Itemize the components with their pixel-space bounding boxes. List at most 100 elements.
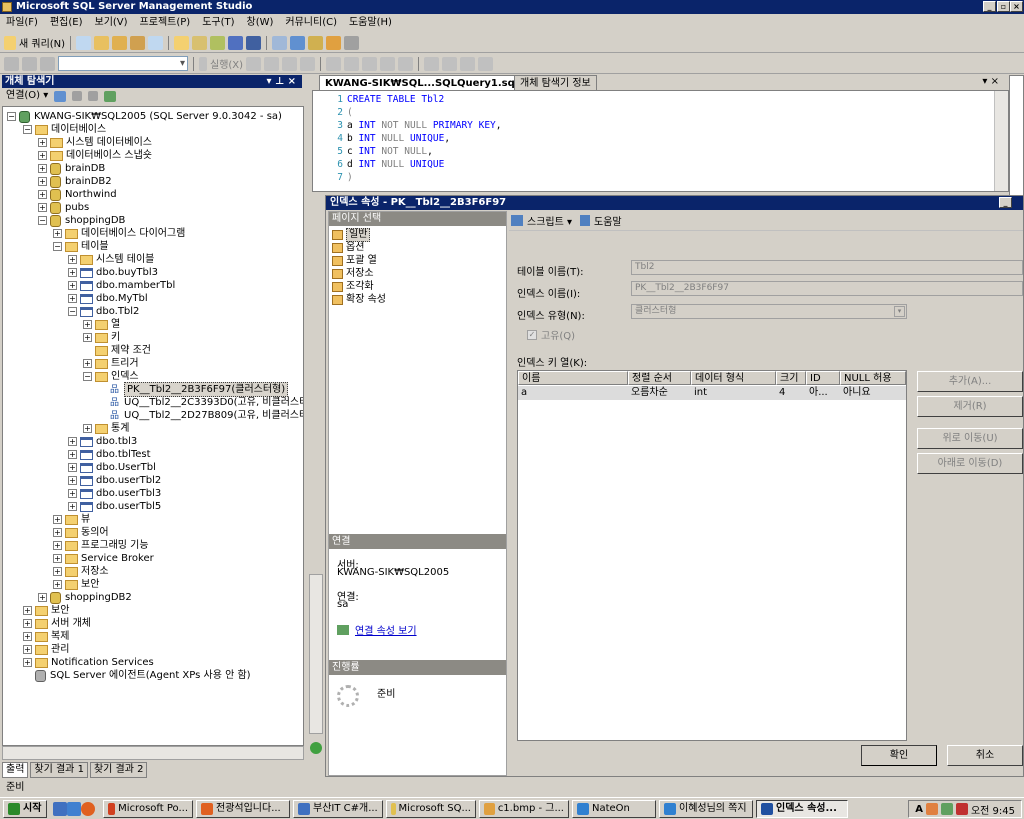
tab-output[interactable]: 출력 <box>2 762 29 778</box>
menu-tools[interactable]: 도구(T) <box>202 14 234 32</box>
menu-help[interactable]: 도움말(H) <box>349 14 392 32</box>
open-file-icon[interactable] <box>192 35 208 50</box>
page-item-storage[interactable]: 저장소 <box>332 268 374 280</box>
tab-find-results-1[interactable]: 찾기 결과 1 <box>30 762 88 778</box>
ie-icon[interactable] <box>53 801 67 816</box>
tree-node-table-usertbl3[interactable]: + dbo.userTbl3 <box>68 487 161 500</box>
tree-node-index-uq2[interactable]: 品 UQ__Tbl2__2D27B809(고유, 비클러스터형) <box>98 409 303 422</box>
analysis-query-icon[interactable] <box>112 35 128 50</box>
task-index-properties[interactable]: 인덱스 속성... <box>756 799 848 818</box>
tray-icon[interactable] <box>925 803 938 815</box>
page-item-fragmentation[interactable]: 조각화 <box>332 281 374 293</box>
results-file-icon[interactable] <box>398 56 414 71</box>
change-connection-icon[interactable] <box>40 56 55 71</box>
refresh-icon[interactable] <box>104 90 117 102</box>
script-dropdown-button[interactable]: 스크립트 ▾ <box>527 213 572 228</box>
tree-node-shoppingdb[interactable]: − shoppingDB <box>38 214 125 227</box>
new-file-icon[interactable] <box>148 35 164 50</box>
remove-column-button[interactable]: 제거(R) <box>917 396 1023 417</box>
grid-header-identity[interactable]: ID <box>806 371 840 385</box>
task-powerpoint[interactable]: Microsoft Po... <box>103 799 193 818</box>
minimize-button[interactable]: _ <box>983 1 996 12</box>
tab-sqlquery1[interactable]: KWANG-SIK₩SQL...SQLQuery1.sql* <box>319 75 530 91</box>
sql-editor[interactable]: 1 CREATE TABLE Tbl2 2( 3a INT NOT NULL PR… <box>312 90 1009 192</box>
save-all-icon[interactable] <box>246 35 262 50</box>
include-plan-icon[interactable] <box>326 56 342 71</box>
tree-node-table-mambertbl[interactable]: + dbo.mamberTbl <box>68 279 175 292</box>
tree-node-programmability[interactable]: + 프로그래밍 기능 <box>53 539 149 552</box>
move-down-button[interactable]: 아래로 이동(D) <box>917 453 1023 474</box>
tree-node-synonyms[interactable]: + 동의어 <box>53 526 109 539</box>
tree-node-northwind[interactable]: + Northwind <box>38 188 117 201</box>
menu-window[interactable]: 창(W) <box>247 14 274 32</box>
object-explorer-icon[interactable] <box>290 35 306 50</box>
db-engine-query-icon[interactable] <box>94 35 110 50</box>
tree-node-server-objects[interactable]: + 서버 개체 <box>23 617 91 630</box>
task-ie[interactable]: 부산IT C#개... <box>293 799 383 818</box>
tree-node-table-tbl3[interactable]: + dbo.tbl3 <box>68 435 137 448</box>
tree-node-statistics[interactable]: + 통계 <box>83 422 129 435</box>
tree-node-databases[interactable]: − 데이터베이스 <box>23 123 106 136</box>
template-explorer-icon[interactable] <box>308 35 324 50</box>
tree-node-pubs[interactable]: + pubs <box>38 201 89 214</box>
tree-node-braindb2[interactable]: + brainDB2 <box>38 175 112 188</box>
properties-panel-edge[interactable] <box>1009 75 1024 197</box>
task-message[interactable]: 이혜성님의 쪽지 <box>659 799 753 818</box>
database-select[interactable]: ▾ <box>58 56 188 71</box>
execute-button[interactable]: 실행(X) <box>210 56 243 71</box>
tree-node-db-diagrams[interactable]: + 데이터베이스 다이어그램 <box>53 227 185 240</box>
page-item-general[interactable]: 일반 <box>332 228 371 242</box>
cancel-button[interactable]: 취소 <box>947 745 1023 766</box>
client-stats-icon[interactable] <box>344 56 360 71</box>
tree-node-management[interactable]: + 관리 <box>23 643 69 656</box>
connect-icon[interactable] <box>4 56 19 71</box>
increase-indent-icon[interactable] <box>478 56 494 71</box>
tree-node-notification[interactable]: + Notification Services <box>23 656 154 669</box>
disconnect-icon[interactable] <box>22 56 37 71</box>
tree-node-table-tbl2[interactable]: − dbo.Tbl2 <box>68 305 139 318</box>
page-item-options[interactable]: 옵션 <box>332 242 364 254</box>
parse-icon[interactable] <box>246 56 262 71</box>
view-connection-properties[interactable]: 연결 속성 보기 <box>337 622 417 637</box>
close-button[interactable]: × <box>1010 1 1023 12</box>
new-file-icon[interactable] <box>76 35 92 50</box>
tray-icon[interactable] <box>955 803 968 815</box>
tree-node-columns[interactable]: + 열 <box>83 318 120 331</box>
page-item-extended-properties[interactable]: 확장 속성 <box>332 294 386 306</box>
page-item-included-columns[interactable]: 포괄 열 <box>332 255 377 267</box>
tree-node-table-mytbl[interactable]: + dbo.MyTbl <box>68 292 148 305</box>
tree-node-server[interactable]: − KWANG-SIK₩SQL2005 (SQL Server 9.0.3042 … <box>7 110 282 123</box>
comment-icon[interactable] <box>424 56 440 71</box>
move-up-button[interactable]: 위로 이동(U) <box>917 428 1023 449</box>
editor-side-scrollbar[interactable] <box>309 574 323 734</box>
grid-header-sort-order[interactable]: 정렬 순서 <box>628 371 691 385</box>
tree-node-db-snapshots[interactable]: + 데이터베이스 스냅숏 <box>38 149 152 162</box>
tree-node-constraints[interactable]: 제약 조건 <box>83 344 151 357</box>
tree-node-table-usertbl[interactable]: + dbo.UserTbl <box>68 461 156 474</box>
tree-node-security[interactable]: + 보안 <box>23 604 69 617</box>
results-text-icon[interactable] <box>362 56 378 71</box>
tree-node-views[interactable]: + 뷰 <box>53 513 90 526</box>
start-button[interactable]: 시작 <box>3 799 47 818</box>
dialog-minimize-button[interactable]: _ <box>999 197 1012 208</box>
connect-icon[interactable] <box>54 90 67 102</box>
query-designer-icon[interactable] <box>300 56 316 71</box>
view-connection-link[interactable]: 연결 속성 보기 <box>355 622 417 637</box>
tree-node-keys[interactable]: + 키 <box>83 331 120 344</box>
tree-node-tables[interactable]: − 테이블 <box>53 240 109 253</box>
editor-vscrollbar[interactable] <box>994 91 1008 191</box>
tray-icon[interactable] <box>940 803 953 815</box>
grid-header-name[interactable]: 이름 <box>518 371 628 385</box>
connect-dropdown[interactable]: 연결(O) ▾ <box>6 88 48 104</box>
tab-close-icon[interactable]: ▾ × <box>982 76 999 87</box>
tree-node-replication[interactable]: + 복제 <box>23 630 69 643</box>
grid-header-data-type[interactable]: 데이터 형식 <box>691 371 776 385</box>
menu-file[interactable]: 파일(F) <box>6 14 38 32</box>
open-folder-icon[interactable] <box>174 35 190 50</box>
stop-icon[interactable] <box>72 91 83 101</box>
mdx-query-icon[interactable] <box>130 35 146 50</box>
browser-icon[interactable] <box>81 801 95 816</box>
tree-node-table-usertbl5[interactable]: + dbo.userTbl5 <box>68 500 161 513</box>
ok-button[interactable]: 확인 <box>861 745 937 766</box>
tree-node-braindb[interactable]: + brainDB <box>38 162 105 175</box>
